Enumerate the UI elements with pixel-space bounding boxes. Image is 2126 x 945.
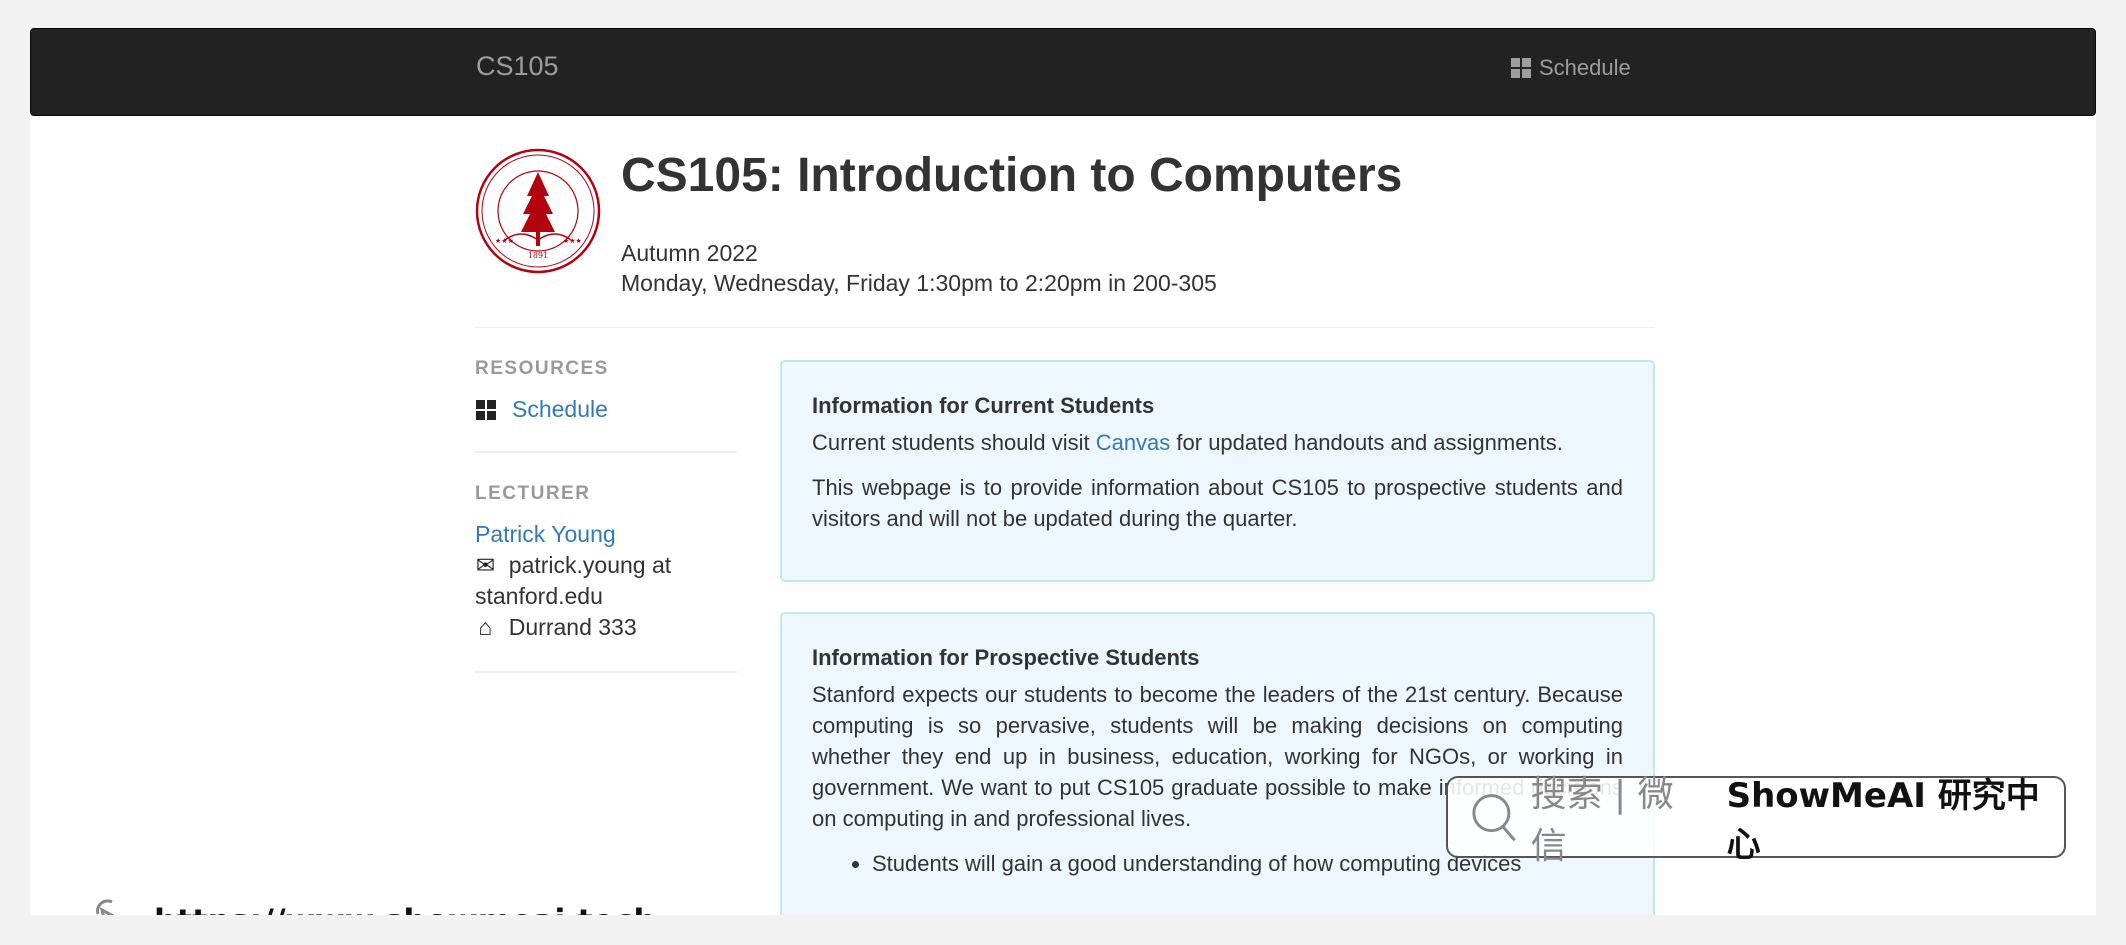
sidebar-divider [475,451,737,453]
sidebar-divider-2 [475,671,737,673]
lecturer-email: patrick.young at stanford.edu [475,552,672,609]
home-icon: ⌂ [478,614,493,640]
p1-text-before: Current students should visit [812,430,1096,455]
svg-text:1891: 1891 [528,251,548,260]
sidebar-item-schedule[interactable]: Schedule [475,396,737,423]
nav-link-schedule-label: Schedule [1539,55,1631,80]
watermark-brand: ShowMeAI 研究中心 [1726,776,2040,865]
course-term: Autumn 2022 [621,240,758,266]
current-students-heading: Information for Current Students [812,393,1155,418]
sidebar: RESOURCES Schedule LECTURER Patrick Youn… [475,358,737,703]
resources-heading: RESOURCES [475,358,609,379]
search-icon [1472,794,1516,842]
page-title: CS105: Introduction to Computers [621,149,1403,202]
watermark-url: https://www.showmeai.tech [88,896,656,915]
lecturer-office: Durrand 333 [508,614,637,640]
watermark-url-text: https://www.showmeai.tech [154,902,656,915]
lecturer-heading: LECTURER [475,483,591,504]
svg-text:★★★: ★★★ [563,237,582,245]
prospective-students-panel: Information for Prospective Students Sta… [780,612,1655,915]
th-large-icon [1511,58,1531,78]
watermark-search-box: 搜索 | 微信 ShowMeAI 研究中心 [1446,774,2066,867]
current-students-p2: This webpage is to provide information a… [812,475,1623,531]
top-navbar: CS105 Schedule [30,28,2096,116]
current-students-panel: Information for Current Students Current… [780,360,1655,582]
current-students-p1: Current students should visit Canvas for… [812,427,1623,458]
envelope-icon: ✉ [475,552,496,578]
stanford-seal-logo: 1891 ★★★ ★★★ [475,148,601,274]
p1-text-after: for updated handouts and assignments. [1170,430,1563,455]
cursor-icon [96,899,115,915]
sidebar-schedule-link[interactable]: Schedule [512,396,608,423]
nav-link-schedule[interactable]: Schedule [1511,55,1631,81]
watermark-search-text: 搜索 | 微信 [1530,774,1674,867]
navbar-brand[interactable]: CS105 [476,51,559,82]
lecturer-name-link[interactable]: Patrick Young [475,521,616,547]
prospective-students-heading: Information for Prospective Students [812,645,1200,670]
course-schedule: Monday, Wednesday, Friday 1:30pm to 2:20… [621,270,1217,296]
canvas-link[interactable]: Canvas [1096,430,1171,455]
th-large-icon [475,399,496,420]
svg-text:★★★: ★★★ [495,237,514,245]
header-divider [475,327,1655,328]
